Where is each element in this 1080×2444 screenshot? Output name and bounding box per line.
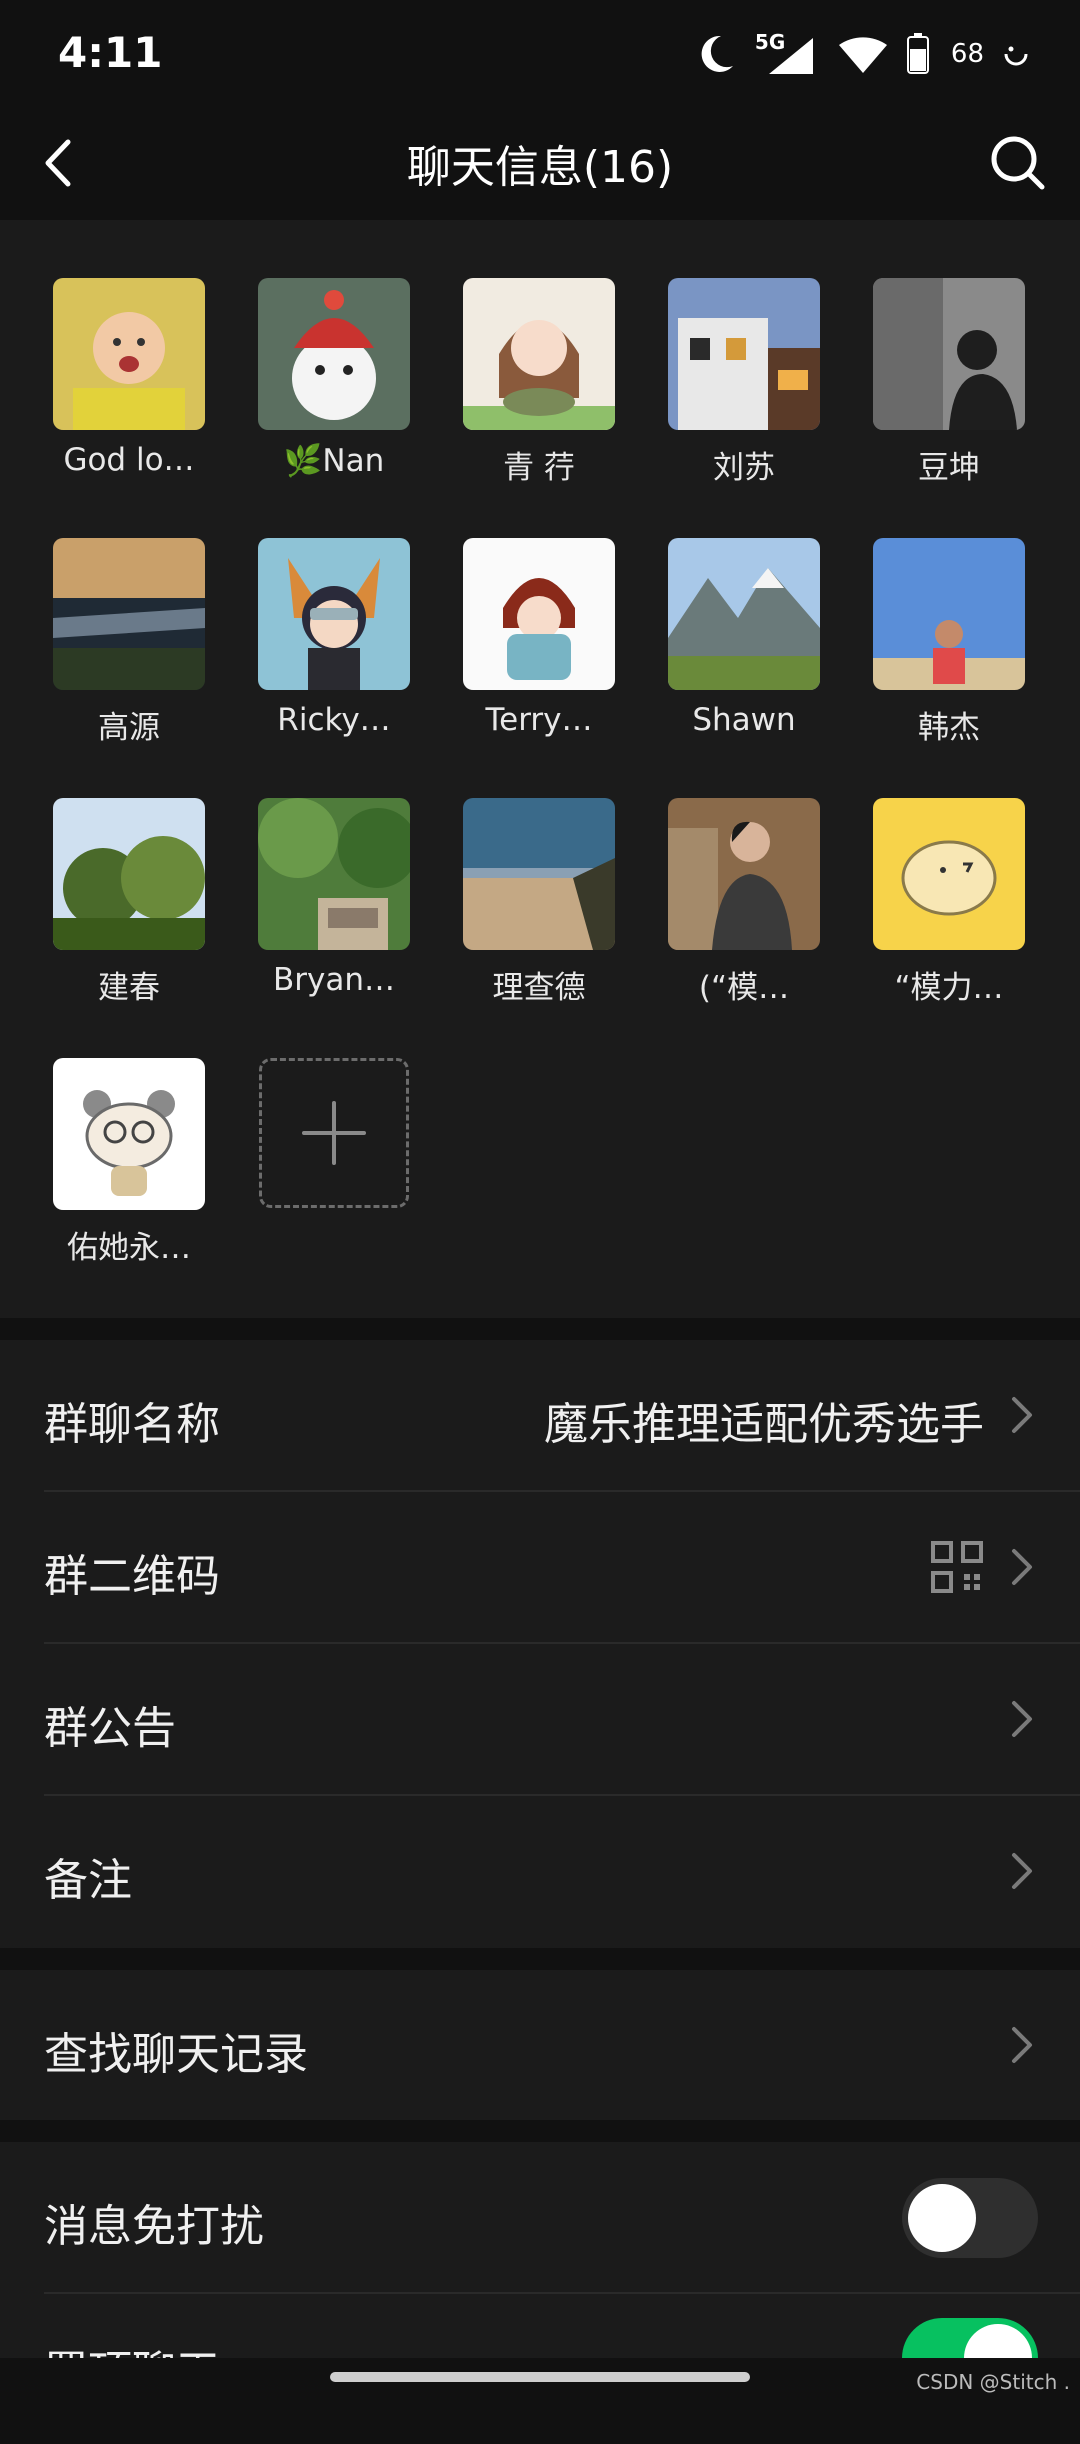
search-icon [991,136,1045,190]
member-item[interactable]: Bryan… [244,798,424,998]
home-indicator[interactable] [330,2372,750,2382]
member-item[interactable]: (“模… [654,798,834,1007]
plus-icon [302,1101,366,1165]
chevron-right-icon [1012,1397,1032,1433]
remark-label: 备注 [44,1855,132,1906]
avatar [258,538,410,690]
search-history-row[interactable]: 查找聊天记录 [0,1970,1080,2120]
member-name: 刘苏 [713,450,775,486]
member-name: (“模… [698,970,790,1006]
status-icons: 5G 68 [697,24,1030,84]
qr-code-icon [931,1541,983,1593]
mute-row: 消息免打扰 [0,2142,1080,2292]
member-name: Bryan… [272,962,395,998]
avatar [873,798,1025,950]
face-icon [1004,46,1028,66]
avatar [53,538,205,690]
member-item[interactable]: 佑她永… [39,1058,219,1267]
mute-toggle[interactable] [902,2178,1038,2258]
chevron-right-icon [1012,1853,1032,1889]
battery-icon [906,33,929,74]
member-name: God lo… [63,442,195,478]
search-button[interactable] [984,127,1050,197]
status-bar: 4:11 5G 68 [0,0,1080,105]
avatar [873,278,1025,430]
announcement-row[interactable]: 群公告 [0,1644,1080,1794]
member-item[interactable]: 刘苏 [654,278,834,487]
member-name: Shawn [692,702,796,738]
battery-level: 68 [950,39,984,69]
avatar [668,538,820,690]
avatar [53,278,205,430]
member-item[interactable]: Shawn [654,538,834,738]
avatar [258,278,410,430]
moon-icon [701,35,733,72]
nav-bar: 聊天信息(16) [0,105,1080,220]
member-item[interactable]: “模力… [859,798,1039,1007]
wifi-icon [838,37,887,73]
search-history-label: 查找聊天记录 [44,2029,308,2080]
avatar [873,538,1025,690]
page-title: 聊天信息(16) [406,142,674,193]
watermark: CSDN @Stitch . [916,2370,1070,2394]
signal-icon: 5G [755,30,819,78]
member-name: 韩杰 [918,710,980,746]
member-name: 高源 [98,710,160,746]
group-name-row[interactable]: 群聊名称 魔乐推理适配优秀选手 [0,1340,1080,1490]
member-item[interactable]: 豆坤 [859,278,1039,487]
add-member-button[interactable] [244,1058,424,1208]
member-name: 青 荇 [503,450,575,486]
group-qr-label: 群二维码 [44,1551,220,1602]
group-settings-section: 群聊名称 魔乐推理适配优秀选手 群二维码 群公告 备注 [0,1340,1080,1948]
avatar [53,798,205,950]
member-item[interactable]: 建春 [39,798,219,1007]
member-name: 建春 [98,970,160,1006]
member-name: 佑她永… [67,1230,191,1266]
member-item[interactable]: 韩杰 [859,538,1039,747]
member-item[interactable]: God lo… [39,278,219,478]
member-name: 理查德 [492,970,586,1006]
chevron-right-icon [1012,2027,1032,2063]
avatar [463,278,615,430]
avatar [668,798,820,950]
avatar [258,798,410,950]
member-item[interactable]: 理查德 [449,798,629,1007]
status-time: 4:11 [58,28,163,77]
mute-label: 消息免打扰 [44,2201,264,2252]
chevron-right-icon [1012,1549,1032,1585]
avatar [463,538,615,690]
member-name: “模力… [894,970,1004,1006]
member-name: Terry… [485,702,593,738]
group-qr-row[interactable]: 群二维码 [0,1492,1080,1642]
member-name: 🌿Nan [283,443,385,479]
member-name: 豆坤 [918,450,980,486]
member-item[interactable]: Ricky… [244,538,424,738]
group-name-label: 群聊名称 [44,1399,220,1450]
member-name: Ricky… [277,702,391,738]
remark-row[interactable]: 备注 [0,1796,1080,1946]
avatar [53,1058,205,1210]
toggle-knob [908,2184,976,2252]
avatar [463,798,615,950]
group-name-value: 魔乐推理适配优秀选手 [544,1399,984,1450]
add-member-box [259,1058,409,1208]
history-section: 查找聊天记录 [0,1970,1080,2120]
member-item[interactable]: 青 荇 [449,278,629,487]
avatar [668,278,820,430]
announcement-label: 群公告 [44,1703,176,1754]
chevron-right-icon [1012,1701,1032,1737]
member-item[interactable]: Terry… [449,538,629,738]
member-grid: God lo… 🌿Nan 青 荇 刘苏 豆坤 高源 Ricky… Terry… … [0,220,1080,1318]
member-item[interactable]: 🌿Nan [244,278,424,479]
member-item[interactable]: 高源 [39,538,219,747]
